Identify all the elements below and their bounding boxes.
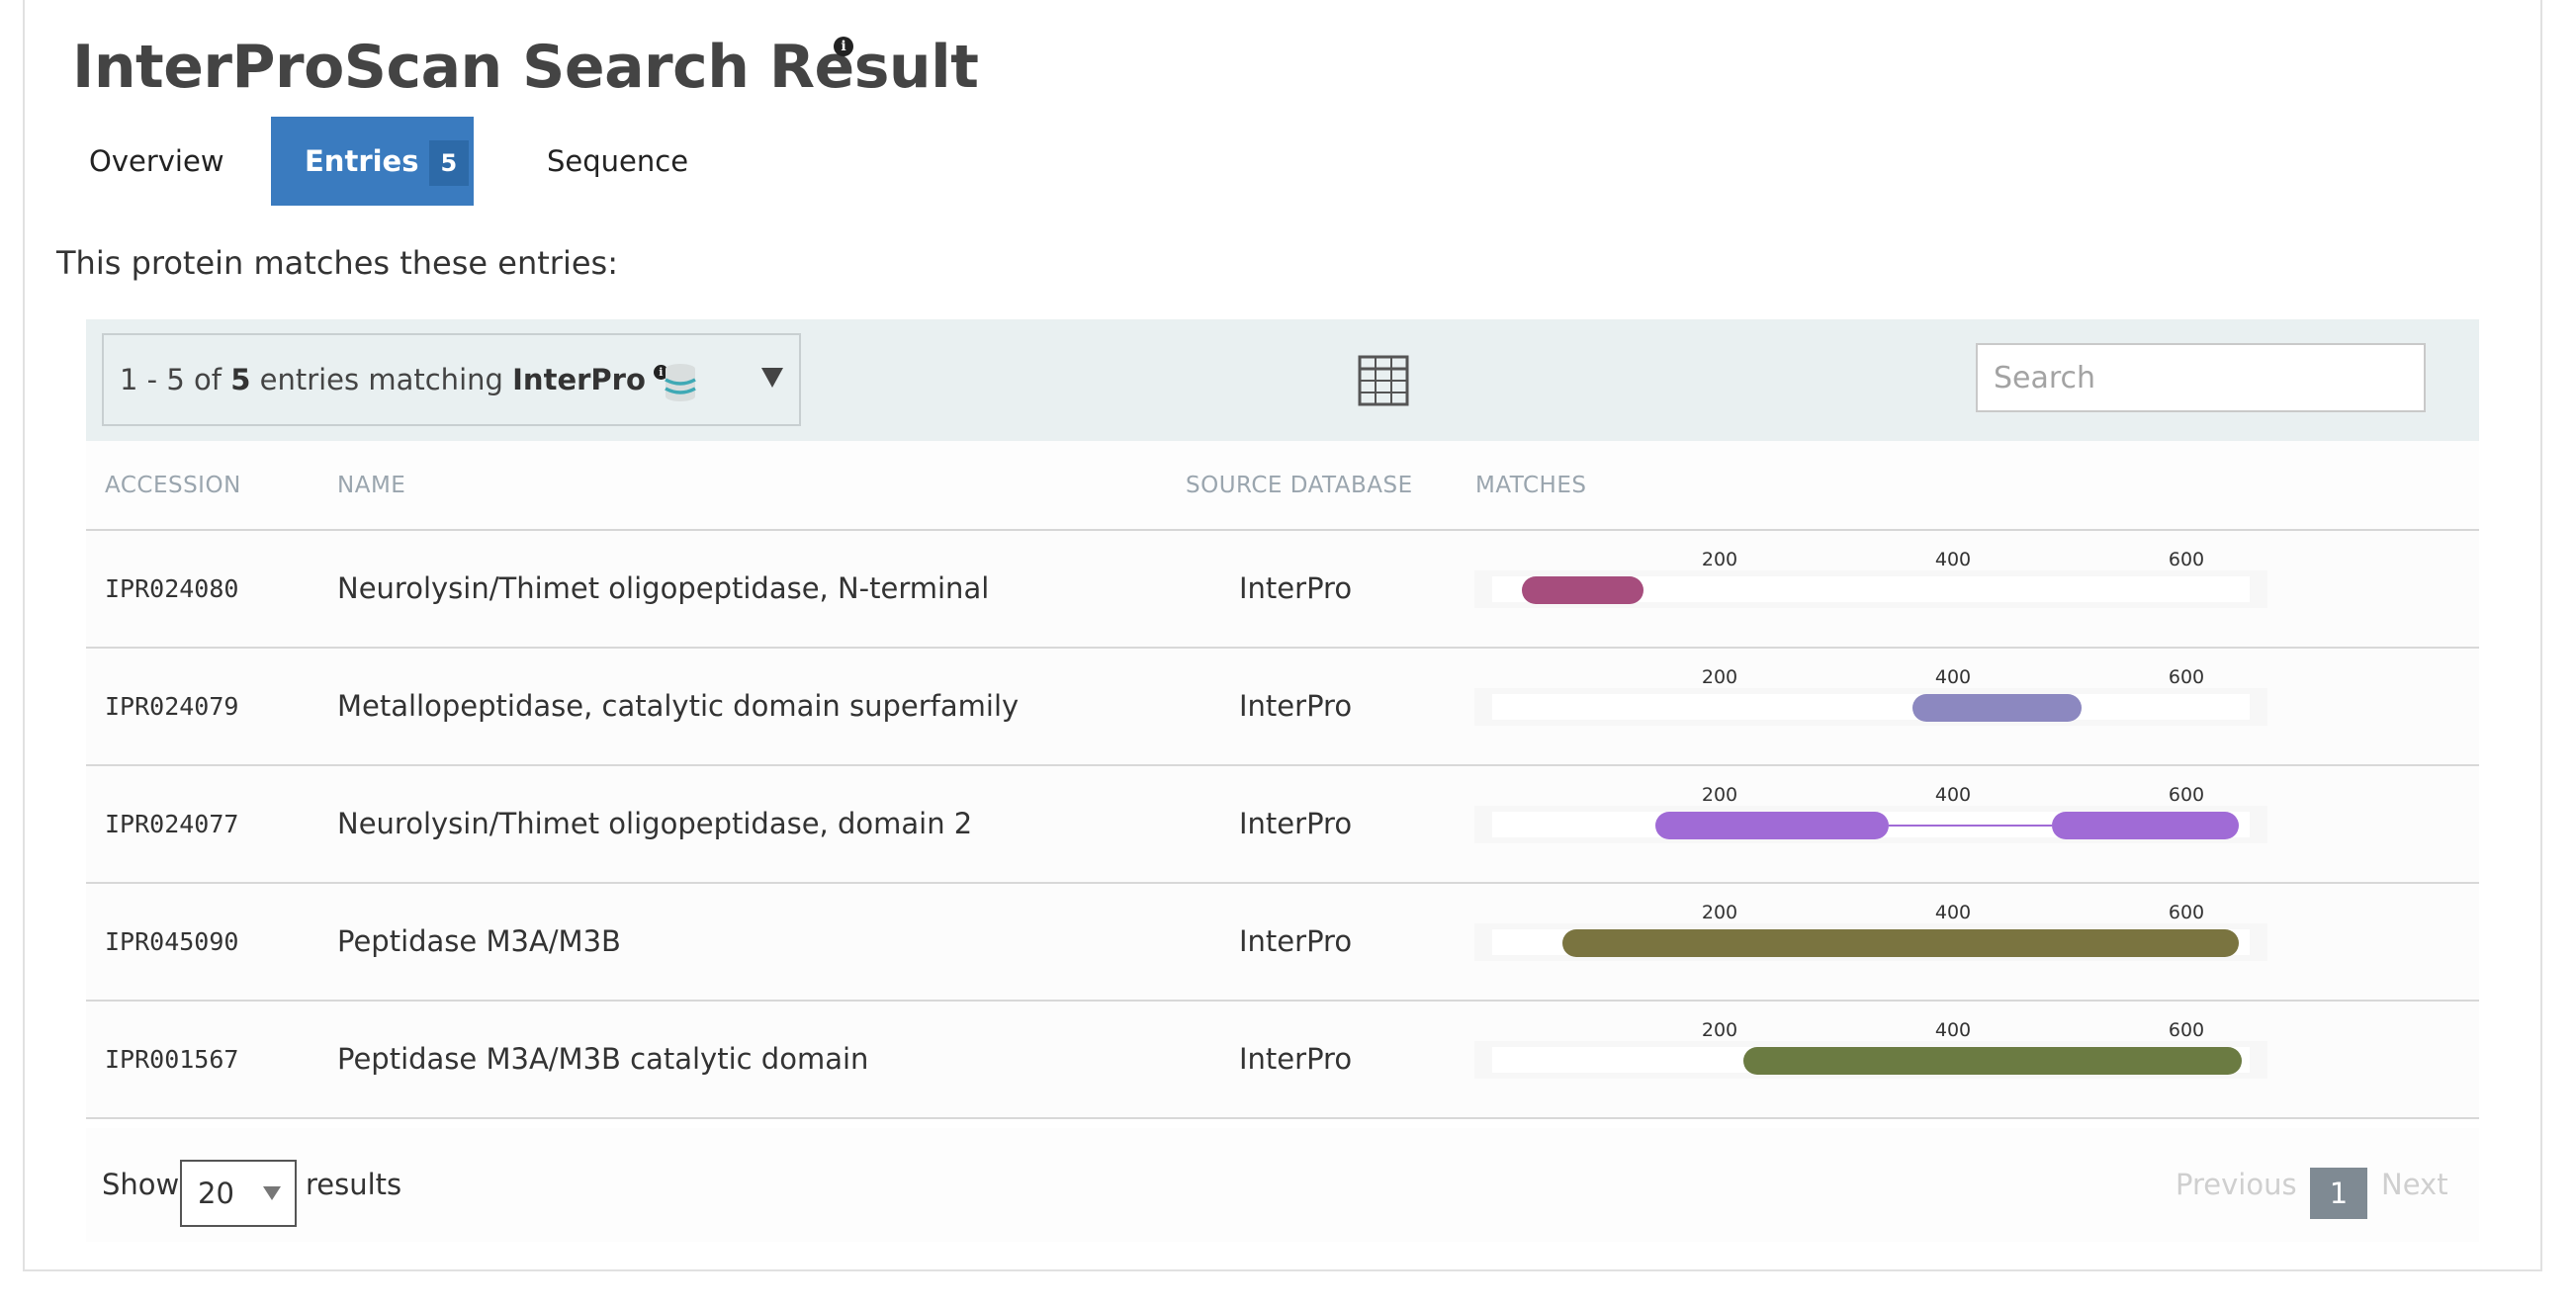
pagination-next[interactable]: Next [2381, 1128, 2448, 1242]
axis-tick-label: 400 [1934, 549, 1972, 570]
table-row: IPR024077 Neurolysin/Thimet oligopeptidas… [86, 766, 2479, 884]
entry-name-link[interactable]: Neurolysin/Thimet oligopeptidase, domain… [337, 766, 972, 882]
axis-tick-label: 200 [1701, 1019, 1738, 1041]
entries-count-badge: 5 [428, 140, 470, 186]
tab-overview[interactable]: Overview [55, 117, 258, 206]
entry-name-link[interactable]: Peptidase M3A/M3B catalytic domain [337, 1002, 868, 1117]
match-segment[interactable] [1521, 576, 1644, 604]
match-track: 200 400 600 [1472, 649, 2273, 764]
match-segment[interactable] [1742, 1047, 2242, 1075]
source-database: InterPro [1239, 1042, 1353, 1076]
results-label: results [306, 1168, 402, 1201]
entries-summary: 1 - 5 of 5 entries matching InterPro i [120, 335, 668, 424]
tab-sequence-label: Sequence [547, 144, 689, 178]
match-track: 200 400 600 [1472, 766, 2273, 882]
axis-tick-label: 400 [1934, 666, 1972, 688]
tab-entries-label: Entries [305, 144, 419, 178]
axis-tick-label: 600 [2168, 549, 2205, 570]
entry-name-link[interactable]: Metallopeptidase, catalytic domain super… [337, 649, 1019, 764]
match-track: 200 400 600 [1472, 1002, 2273, 1117]
column-header-accession[interactable]: ACCESSION [105, 441, 241, 530]
total-count: 5 [230, 363, 251, 396]
entry-name-link[interactable]: Peptidase M3A/M3B [337, 884, 621, 1000]
table-row: IPR001567 Peptidase M3A/M3B catalytic dom… [86, 1002, 2479, 1119]
axis-tick-label: 400 [1934, 902, 1972, 923]
axis-tick-label: 200 [1701, 784, 1738, 806]
accession-link[interactable]: IPR024077 [105, 766, 238, 882]
axis-tick-label: 400 [1934, 784, 1972, 806]
axis-tick-label: 200 [1701, 902, 1738, 923]
table-toolbar: 1 - 5 of 5 entries matching InterPro i [86, 319, 2479, 441]
table-grid-icon[interactable] [1358, 355, 1409, 406]
match-segment[interactable] [1655, 812, 1890, 839]
axis-tick-label: 600 [2168, 784, 2205, 806]
sequence-track-inner [1492, 694, 2250, 720]
source-database: InterPro [1239, 807, 1353, 840]
entries-table: ACCESSION NAME SOURCE DATABASE MATCHES I… [86, 441, 2479, 1119]
table-body: IPR024080 Neurolysin/Thimet oligopeptidas… [86, 531, 2479, 1119]
accession-link[interactable]: IPR001567 [105, 1002, 238, 1117]
tab-sequence[interactable]: Sequence [513, 117, 722, 206]
pagination-previous[interactable]: Previous [2176, 1128, 2297, 1242]
chevron-down-icon[interactable] [761, 368, 783, 388]
axis-tick-label: 600 [2168, 902, 2205, 923]
database-icon [665, 364, 696, 401]
intro-text: This protein matches these entries: [56, 244, 618, 282]
accession-link[interactable]: IPR045090 [105, 884, 238, 1000]
table-header: ACCESSION NAME SOURCE DATABASE MATCHES [86, 441, 2479, 531]
axis-tick-label: 200 [1701, 549, 1738, 570]
table-row: IPR024080 Neurolysin/Thimet oligopeptidas… [86, 531, 2479, 649]
search-input[interactable] [1976, 343, 2426, 412]
database-selector[interactable]: 1 - 5 of 5 entries matching InterPro i [102, 333, 801, 426]
table-row: IPR045090 Peptidase M3A/M3B InterPro 200 400… [86, 884, 2479, 1002]
axis-tick-label: 400 [1934, 1019, 1972, 1041]
source-database: InterPro [1239, 924, 1353, 958]
match-connector-line [1889, 825, 2053, 827]
tab-overview-label: Overview [89, 144, 224, 178]
tab-entries[interactable]: Entries 5 [271, 117, 474, 206]
match-track: 200 400 600 [1472, 884, 2273, 1000]
accession-link[interactable]: IPR024080 [105, 531, 238, 647]
axis-tick-label: 600 [2168, 1019, 2205, 1041]
source-database: InterPro [1239, 571, 1353, 605]
column-header-source[interactable]: SOURCE DATABASE [1186, 441, 1413, 530]
column-header-matches: MATCHES [1475, 473, 1587, 498]
entry-name-link[interactable]: Neurolysin/Thimet oligopeptidase, N-term… [337, 531, 989, 647]
matching-text: entries matching [250, 363, 513, 396]
match-segment[interactable] [2052, 812, 2240, 839]
match-segment[interactable] [1561, 929, 2240, 957]
axis-tick-label: 200 [1701, 666, 1738, 688]
page-size-value: 20 [198, 1177, 234, 1210]
database-name: InterPro [512, 363, 646, 396]
page-size-select[interactable]: 20 [180, 1160, 297, 1227]
table-footer: Show 20 results Previous 1 Next [86, 1128, 2479, 1242]
show-label: Show [102, 1168, 180, 1201]
accession-link[interactable]: IPR024079 [105, 649, 238, 764]
match-track: 200 400 600 [1472, 531, 2273, 647]
axis-tick-label: 600 [2168, 666, 2205, 688]
source-database: InterPro [1239, 689, 1353, 723]
info-icon[interactable]: i [834, 37, 853, 56]
pagination-current-page[interactable]: 1 [2310, 1168, 2367, 1219]
chevron-down-icon [263, 1186, 281, 1200]
range-text: 1 - 5 of [120, 363, 231, 396]
column-header-name[interactable]: NAME [337, 441, 405, 530]
table-row: IPR024079 Metallopeptidase, catalytic dom… [86, 649, 2479, 766]
match-segment[interactable] [1911, 694, 2082, 722]
